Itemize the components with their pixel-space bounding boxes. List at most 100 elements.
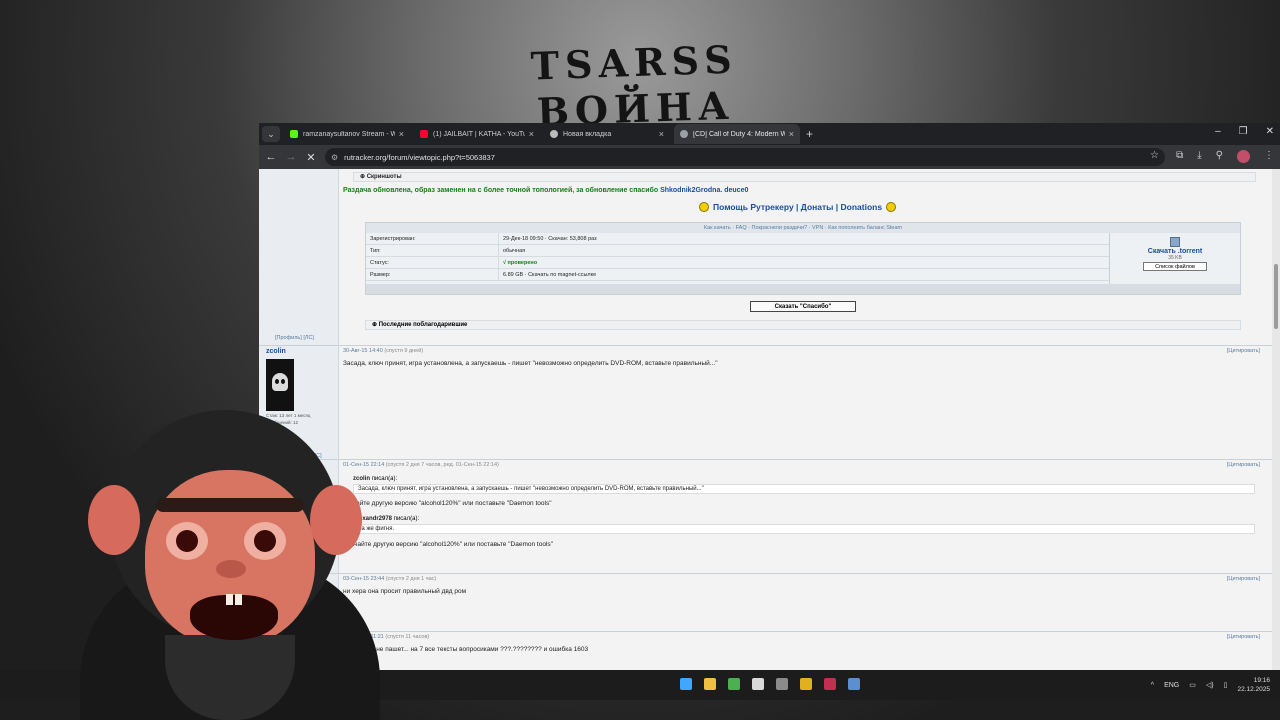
file-list-button[interactable]: Список файлов — [1143, 262, 1207, 271]
app2-icon[interactable] — [800, 678, 812, 690]
tab-label: [CD] Call of Duty 4: Modern W — [693, 130, 785, 138]
close-window-icon[interactable]: ✕ — [1266, 126, 1274, 137]
tab-youtube[interactable]: (1) JAILBAIT | KATHA - YouTube × — [414, 124, 540, 144]
skull-eye — [281, 379, 285, 384]
info-row-size: Размер: 6.89 GB · Скачать по magnet-ссыл… — [366, 269, 1109, 281]
profile-avatar[interactable] — [1237, 150, 1250, 163]
tab-search-icon[interactable]: ⌄ — [262, 126, 280, 142]
update-notice: Раздача обновлена, образ заменен на с бо… — [343, 187, 748, 194]
quote-text: Та же фигня. — [353, 524, 1255, 534]
download-icon[interactable]: ⤓ — [1197, 150, 1201, 163]
post-header: 30-Авг-15 14:40 (спустя 9 дней) — [343, 348, 423, 354]
clock[interactable]: 19:16 22.12.2025 — [1237, 676, 1270, 694]
info-footer — [366, 284, 1240, 294]
windows-icon[interactable] — [680, 678, 692, 690]
torrent-info-table: Как качать · FAQ · Покраснели раздачи? ·… — [365, 222, 1241, 295]
last-thanks-spoiler[interactable]: ⊕ Последние поблагодарившие — [365, 320, 1241, 330]
info-value: обычная — [503, 248, 526, 254]
monkey-tooth — [226, 594, 233, 605]
say-thanks-button[interactable]: Сказать "Спасибо" — [750, 301, 856, 312]
monkey-pupil — [176, 530, 198, 552]
steam-icon[interactable] — [848, 678, 860, 690]
tab-kick-stream[interactable]: ramzanaysultanov Stream - We × — [284, 124, 410, 144]
profile-links[interactable]: [Профиль] [ЛС] — [275, 335, 314, 341]
info-key: Тип: — [366, 245, 499, 256]
info-links[interactable]: Как качать · FAQ · Покраснели раздачи? ·… — [366, 223, 1240, 233]
post-meta: (спустя 9 дней) — [384, 348, 424, 354]
new-tab-icon[interactable]: + — [806, 127, 813, 141]
stop-icon[interactable]: ✕ — [301, 151, 321, 164]
app-icon[interactable] — [752, 678, 764, 690]
maximize-icon[interactable]: ❐ — [1239, 126, 1248, 137]
quote-link[interactable]: [Цитировать] — [1227, 634, 1260, 640]
tab-label: Новая вкладка — [563, 130, 612, 138]
info-key: Статус: — [366, 257, 499, 268]
tab-label: (1) JAILBAIT | KATHA - YouTube — [433, 130, 525, 138]
monkey-ear — [310, 485, 362, 555]
scrollbar-thumb[interactable] — [1274, 264, 1278, 329]
back-icon[interactable]: ← — [261, 151, 281, 163]
tab-new[interactable]: Новая вкладка × — [544, 124, 670, 144]
screenshots-spoiler[interactable]: ⊕ Скриншоты — [353, 172, 1256, 182]
system-tray: ^ ENG ▭ ◁) ▯ 19:16 22.12.2025 — [1151, 676, 1270, 694]
post: [ЛС] 01-Сен-15 22:14 (спустя 2 дня 7 час… — [259, 453, 1272, 573]
browser-window: ⌄ ramzanaysultanov Stream - We × (1) JAI… — [259, 123, 1280, 670]
monkey-mouth — [190, 595, 278, 640]
post-body: Засада, ключ принят, игра установлена, а… — [343, 360, 718, 367]
globe-icon — [680, 130, 688, 138]
quote-link[interactable]: [Цитировать] — [1227, 348, 1260, 354]
close-icon[interactable]: × — [789, 129, 794, 139]
arrow-icon — [886, 202, 897, 212]
network-icon[interactable]: ▭ — [1189, 681, 1196, 689]
site-info-icon[interactable]: ⚙ — [331, 153, 338, 162]
minimize-icon[interactable]: – — [1215, 126, 1221, 137]
floppy-icon — [1170, 237, 1180, 247]
bookmark-star-icon[interactable]: ☆ — [1150, 150, 1159, 161]
page-scrollbar[interactable] — [1272, 169, 1280, 670]
url-text: rutracker.org/forum/viewtopic.php?t=5063… — [344, 152, 495, 162]
kick-icon — [290, 130, 298, 138]
post-author[interactable]: zcolin — [266, 348, 286, 355]
menu-icon[interactable]: ⋮ — [1264, 150, 1274, 163]
tray-chevron-icon[interactable]: ^ — [1151, 682, 1154, 689]
language-indicator[interactable]: ENG — [1164, 682, 1179, 689]
explorer-icon[interactable] — [704, 678, 716, 690]
clock-time: 19:16 — [1253, 677, 1270, 684]
info-value: 29-Дек-18 09:50 · Скачан: 53,808 раз — [503, 236, 597, 242]
address-bar[interactable]: ⚙ rutracker.org/forum/viewtopic.php?t=50… — [325, 148, 1165, 166]
chrome-icon[interactable] — [728, 678, 740, 690]
close-icon[interactable]: × — [659, 129, 664, 139]
forward-icon[interactable]: → — [281, 151, 301, 163]
post: 04-Сен-15 11:21 (спустя 11 часов) [Цитир… — [259, 631, 1272, 670]
update-thanks-link[interactable]: Shkodnik2Grodna. deuce0 — [660, 187, 748, 194]
toolbar-right: ⧉ ⤓ ⚲ ⋮ — [1176, 150, 1274, 163]
help-bar-text: Помощь Рутрекеру | Донаты | Donations — [713, 202, 883, 212]
quote-link[interactable]: [Цитировать] — [1227, 462, 1260, 468]
help-bar[interactable]: Помощь Рутрекеру | Донаты | Donations — [699, 202, 897, 212]
avatar — [266, 359, 294, 411]
cast-icon[interactable]: ⚲ — [1216, 150, 1223, 163]
quote-link[interactable]: [Цитировать] — [1227, 576, 1260, 582]
app3-icon[interactable] — [824, 678, 836, 690]
close-icon[interactable]: × — [399, 129, 404, 139]
info-value[interactable]: 6.89 GB · Скачать по magnet-ссылке — [499, 269, 596, 280]
battery-icon[interactable]: ▯ — [1224, 681, 1228, 689]
extensions-icon[interactable]: ⧉ — [1176, 150, 1183, 163]
download-torrent-link[interactable]: Скачать .torrent — [1110, 248, 1240, 255]
close-icon[interactable]: × — [529, 129, 534, 139]
post-date[interactable]: 30-Авг-15 14:40 — [343, 348, 383, 354]
info-row-type: Тип: обычная — [366, 245, 1109, 257]
post: 03-Сен-15 23:44 (спустя 2 дня 1 час) [Ци… — [259, 573, 1272, 631]
monkey-ear — [88, 485, 140, 555]
spoiler-label: Скриншоты — [366, 174, 402, 180]
monkey-nose — [216, 560, 246, 578]
quote-wrote: писал(а): — [393, 516, 420, 522]
obs-icon[interactable] — [776, 678, 788, 690]
tab-rutracker[interactable]: [CD] Call of Duty 4: Modern W × — [674, 124, 800, 144]
post: zcolin Стаж: 13 лет 1 месяц Сообщений: 1… — [259, 345, 1272, 459]
last-thanks-label: Последние поблагодарившие — [378, 322, 468, 328]
tab-strip: ⌄ ramzanaysultanov Stream - We × (1) JAI… — [259, 123, 1280, 145]
volume-icon[interactable]: ◁) — [1206, 681, 1214, 689]
post-meta: (спустя 2 дня 1 час) — [385, 576, 437, 582]
clock-date: 22.12.2025 — [1237, 686, 1270, 693]
